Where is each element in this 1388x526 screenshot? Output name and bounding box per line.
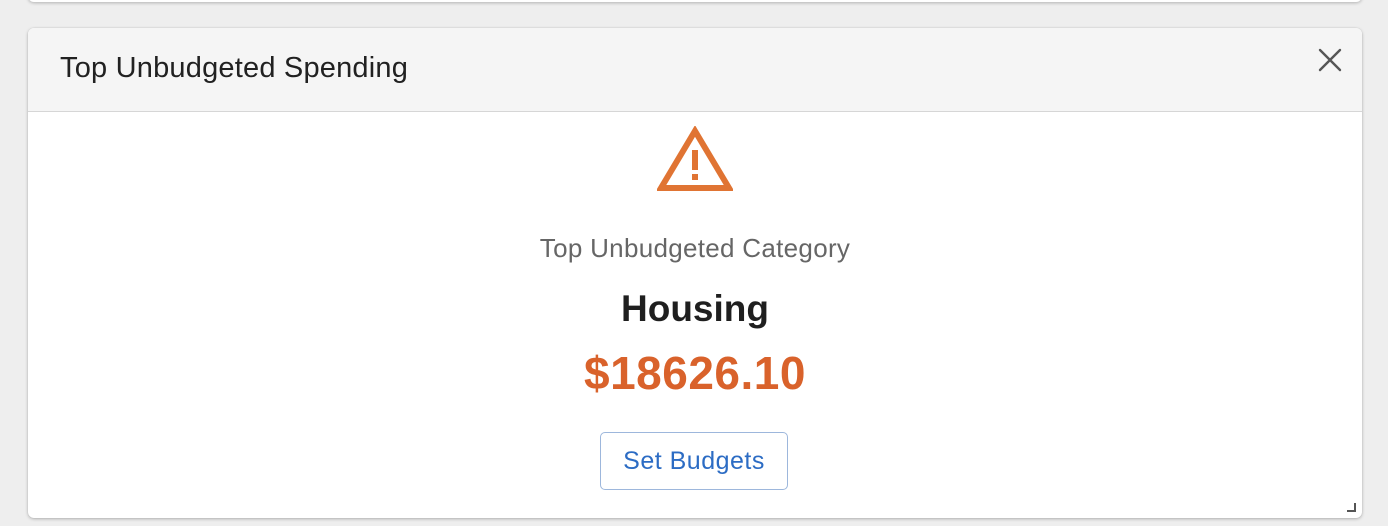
warning-triangle-icon — [657, 126, 733, 191]
widget-header: Top Unbudgeted Spending — [28, 28, 1362, 112]
widget-body: Top Unbudgeted Category Housing $18626.1… — [28, 112, 1362, 518]
category-name: Housing — [621, 288, 769, 329]
widget-title: Top Unbudgeted Spending — [60, 52, 409, 84]
unbudgeted-spending-widget: Top Unbudgeted Spending Top Unbudgeted C… — [28, 28, 1362, 518]
unbudgeted-amount: $18626.10 — [584, 347, 806, 399]
close-icon — [1318, 48, 1342, 72]
close-button[interactable] — [1314, 44, 1346, 76]
resize-handle-icon[interactable] — [1346, 502, 1356, 512]
previous-widget-card — [28, 0, 1362, 2]
category-subtitle: Top Unbudgeted Category — [539, 233, 851, 263]
set-budgets-button[interactable]: Set Budgets — [600, 432, 788, 490]
